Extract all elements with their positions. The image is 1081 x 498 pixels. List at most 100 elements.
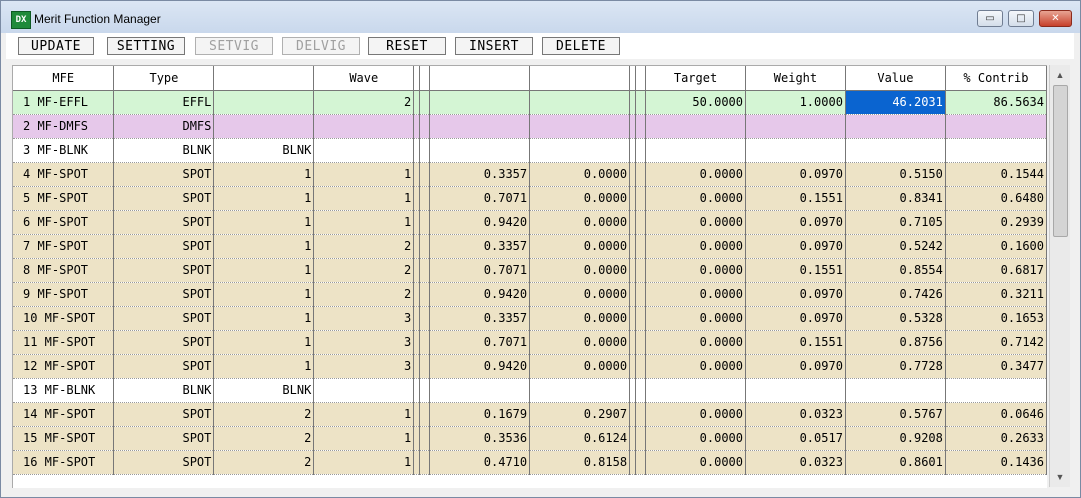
table-cell[interactable]: 1 <box>313 186 415 211</box>
table-cell[interactable]: 0.0000 <box>645 402 746 427</box>
table-cell[interactable]: 3 <box>313 354 415 379</box>
table-cell[interactable]: SPOT <box>113 234 215 259</box>
table-cell[interactable]: 0.3536 <box>429 426 531 451</box>
table-cell[interactable]: 50.0000 <box>645 90 746 115</box>
table-cell[interactable]: 0.8158 <box>529 450 631 475</box>
table-cell[interactable] <box>213 114 315 139</box>
table-cell[interactable]: 0.2633 <box>945 426 1047 451</box>
table-cell[interactable]: 1.0000 <box>745 90 846 115</box>
table-cell[interactable]: 0.6817 <box>945 258 1047 283</box>
table-cell[interactable] <box>313 138 415 163</box>
table-cell[interactable]: 1 <box>213 234 315 259</box>
table-cell[interactable]: 0.0000 <box>529 282 631 307</box>
delvig-button[interactable]: DELVIG <box>282 37 360 55</box>
table-cell[interactable]: 0.0000 <box>645 258 746 283</box>
table-cell[interactable]: SPOT <box>113 354 215 379</box>
table-row[interactable]: 1 MF-EFFL EFFL 2 50.0000 1.0000 46.2031 86.563… <box>13 90 1047 115</box>
table-cell[interactable]: 0.1551 <box>745 258 846 283</box>
table-cell[interactable]: 0.7071 <box>429 330 531 355</box>
table-cell[interactable]: 0.0000 <box>645 306 746 331</box>
setting-button[interactable]: SETTING <box>107 37 185 55</box>
table-cell[interactable]: 0.1600 <box>945 234 1047 259</box>
table-cell[interactable]: 12 MF-SPOT <box>13 354 115 379</box>
table-cell[interactable] <box>529 90 631 115</box>
table-cell[interactable]: 86.5634 <box>945 90 1047 115</box>
table-cell[interactable]: 9 MF-SPOT <box>13 282 115 307</box>
table-cell[interactable] <box>429 114 531 139</box>
table-cell[interactable]: 0.9420 <box>429 210 531 235</box>
table-cell[interactable]: 0.0970 <box>745 282 846 307</box>
column-header[interactable]: Target <box>645 66 746 91</box>
table-cell[interactable]: 46.2031 <box>845 90 946 115</box>
table-cell[interactable]: 0.0000 <box>529 330 631 355</box>
table-cell[interactable]: BLNK <box>113 378 215 403</box>
table-cell[interactable] <box>313 114 415 139</box>
table-cell[interactable]: SPOT <box>113 426 215 451</box>
table-cell[interactable]: SPOT <box>113 210 215 235</box>
table-cell[interactable] <box>945 378 1047 403</box>
table-cell[interactable] <box>313 378 415 403</box>
table-cell[interactable]: 0.1436 <box>945 450 1047 475</box>
table-cell[interactable]: 0.0000 <box>529 258 631 283</box>
table-cell[interactable]: 2 <box>313 234 415 259</box>
table-row[interactable]: 3 MF-BLNK BLNK BLNK <box>13 138 1047 163</box>
table-cell[interactable]: 0.2907 <box>529 402 631 427</box>
table-cell[interactable] <box>845 378 946 403</box>
table-row[interactable]: 2 MF-DMFS DMFS <box>13 114 1047 139</box>
table-cell[interactable]: 0.7105 <box>845 210 946 235</box>
table-cell[interactable]: 1 <box>213 306 315 331</box>
table-cell[interactable]: 0.0000 <box>529 210 631 235</box>
table-cell[interactable]: 0.0646 <box>945 402 1047 427</box>
table-cell[interactable]: SPOT <box>113 450 215 475</box>
table-cell[interactable]: 8 MF-SPOT <box>13 258 115 283</box>
column-header[interactable]: MFE <box>13 66 115 91</box>
table-cell[interactable] <box>745 138 846 163</box>
table-cell[interactable]: 2 MF-DMFS <box>13 114 115 139</box>
table-cell[interactable]: 0.8341 <box>845 186 946 211</box>
insert-button[interactable]: INSERT <box>455 37 533 55</box>
table-cell[interactable]: 0.0970 <box>745 210 846 235</box>
table-row[interactable]: 8 MF-SPOT SPOT 1 2 0.7071 0.0000 0.0000 0.1551 0… <box>13 258 1047 283</box>
column-header[interactable]: % Contrib <box>945 66 1047 91</box>
table-cell[interactable]: 5 MF-SPOT <box>13 186 115 211</box>
table-row[interactable]: 13 MF-BLNK BLNK BLNK <box>13 378 1047 403</box>
table-cell[interactable]: 1 <box>213 330 315 355</box>
table-cell[interactable]: 0.0517 <box>745 426 846 451</box>
table-cell[interactable]: 0.0000 <box>645 210 746 235</box>
table-cell[interactable]: 0.0000 <box>645 330 746 355</box>
table-cell[interactable]: 0.1544 <box>945 162 1047 187</box>
table-cell[interactable]: SPOT <box>113 258 215 283</box>
table-cell[interactable]: 0.0000 <box>529 162 631 187</box>
scroll-down-arrow-icon[interactable]: ▼ <box>1050 469 1070 485</box>
table-cell[interactable]: 0.1653 <box>945 306 1047 331</box>
table-cell[interactable]: 13 MF-BLNK <box>13 378 115 403</box>
table-cell[interactable]: 1 <box>313 162 415 187</box>
column-header[interactable] <box>213 66 315 91</box>
table-cell[interactable] <box>429 90 531 115</box>
vertical-scrollbar[interactable]: ▲ ▼ <box>1049 65 1070 487</box>
table-cell[interactable]: 0.0000 <box>529 306 631 331</box>
close-button[interactable]: ✕ <box>1039 10 1072 27</box>
table-cell[interactable]: 1 <box>313 210 415 235</box>
table-cell[interactable]: 1 <box>213 162 315 187</box>
table-cell[interactable]: EFFL <box>113 90 215 115</box>
table-row[interactable]: 5 MF-SPOT SPOT 1 1 0.7071 0.0000 0.0000 0.1551 0… <box>13 186 1047 211</box>
table-row[interactable]: 14 MF-SPOT SPOT 2 1 0.1679 0.2907 0.0000 0.0323… <box>13 402 1047 427</box>
setvig-button[interactable]: SETVIG <box>195 37 273 55</box>
maximize-button[interactable]: □ <box>1008 10 1034 27</box>
table-cell[interactable] <box>529 138 631 163</box>
table-cell[interactable]: 0.0000 <box>645 354 746 379</box>
table-cell[interactable]: 2 <box>213 426 315 451</box>
table-cell[interactable]: 0.5150 <box>845 162 946 187</box>
table-cell[interactable] <box>945 138 1047 163</box>
table-cell[interactable]: SPOT <box>113 282 215 307</box>
table-cell[interactable]: 1 <box>313 450 415 475</box>
table-cell[interactable]: 0.4710 <box>429 450 531 475</box>
table-cell[interactable]: 0.8756 <box>845 330 946 355</box>
table-cell[interactable]: 0.8601 <box>845 450 946 475</box>
table-cell[interactable]: BLNK <box>213 138 315 163</box>
table-cell[interactable] <box>845 138 946 163</box>
table-cell[interactable]: 1 <box>213 258 315 283</box>
table-cell[interactable] <box>529 114 631 139</box>
table-row[interactable]: 9 MF-SPOT SPOT 1 2 0.9420 0.0000 0.0000 0.0970 0… <box>13 282 1047 307</box>
